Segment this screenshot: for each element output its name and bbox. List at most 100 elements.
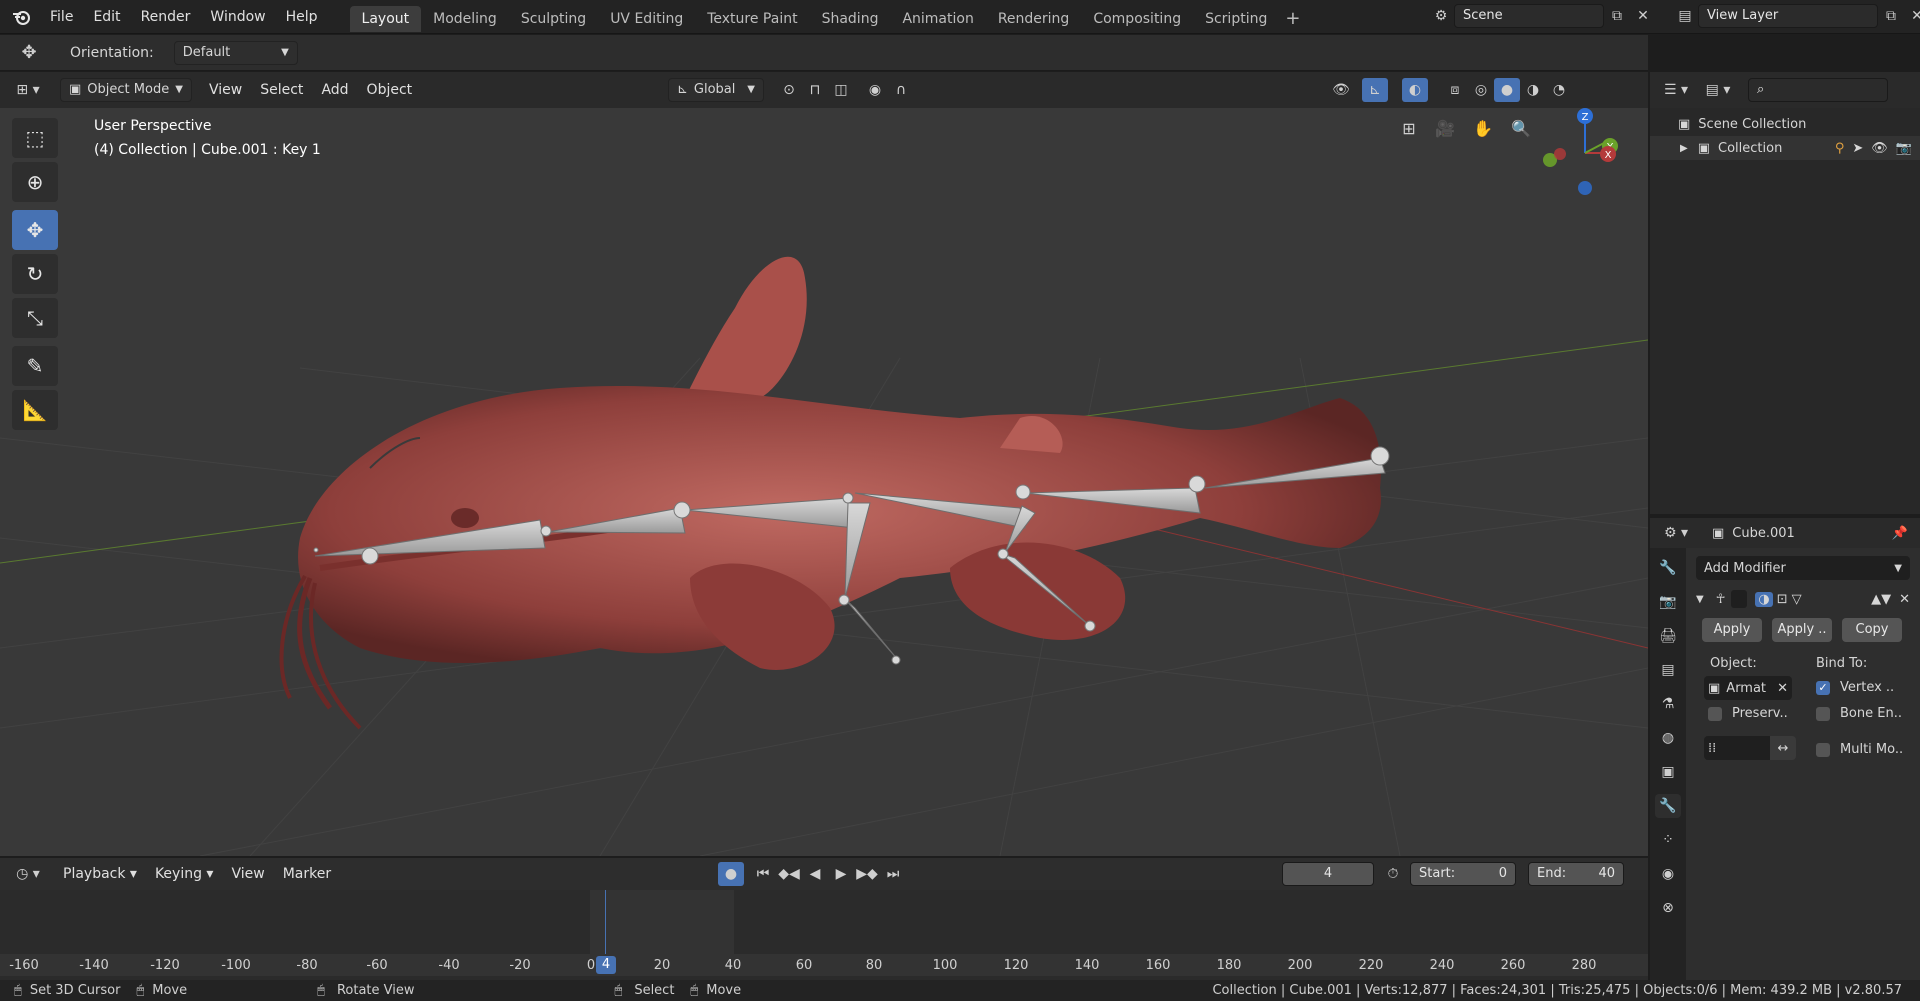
3d-viewport[interactable]: ⬚ ⊕ ✥ ↻ ⤡ ✎ 📐 User Perspective (4) Colle… bbox=[0, 108, 1648, 856]
gizmo-toggle-icon[interactable]: ⊾ bbox=[1362, 78, 1388, 102]
stopwatch-icon[interactable]: ⏱ bbox=[1380, 862, 1406, 886]
tab-compositing[interactable]: Compositing bbox=[1081, 6, 1193, 32]
outliner-search-input[interactable]: ⌕ bbox=[1748, 78, 1888, 102]
tab-rendering[interactable]: Rendering bbox=[986, 6, 1082, 32]
tab-tool-icon[interactable]: 🔧 bbox=[1655, 556, 1681, 580]
tab-sculpting[interactable]: Sculpting bbox=[509, 6, 598, 32]
render-camera-icon[interactable]: 📷 bbox=[1896, 141, 1912, 156]
snap-icon[interactable]: ⊓ bbox=[802, 78, 828, 102]
scene-name-field[interactable]: Scene bbox=[1454, 4, 1604, 28]
checkbox-icon[interactable] bbox=[1816, 742, 1830, 757]
remove-modifier-icon[interactable]: ✕ bbox=[1899, 592, 1910, 607]
solid-shading-icon[interactable]: ● bbox=[1494, 78, 1520, 102]
annotate-tool[interactable]: ✎ bbox=[12, 346, 58, 386]
jump-start-icon[interactable]: ⏮ bbox=[750, 862, 776, 886]
menu-file[interactable]: File bbox=[40, 0, 83, 34]
tab-output-icon[interactable]: 🖨 bbox=[1655, 624, 1681, 648]
orientation-dropdown[interactable]: Default ▼ bbox=[173, 40, 298, 65]
add-modifier-dropdown[interactable]: Add Modifier ▼ bbox=[1696, 556, 1910, 580]
record-icon[interactable]: ● bbox=[718, 862, 744, 886]
cursor-tool[interactable]: ⊕ bbox=[12, 162, 58, 202]
overlay-toggle-icon[interactable]: ◐ bbox=[1402, 78, 1428, 102]
menu-keying[interactable]: Keying ▾ bbox=[146, 866, 223, 882]
playhead-frame-badge[interactable]: 4 bbox=[596, 956, 616, 974]
move-tool[interactable]: ✥ bbox=[12, 210, 58, 250]
blender-logo-icon[interactable] bbox=[8, 5, 36, 29]
tab-modeling[interactable]: Modeling bbox=[421, 6, 509, 32]
new-scene-icon[interactable]: ⧉ bbox=[1604, 4, 1630, 28]
tab-animation[interactable]: Animation bbox=[890, 6, 985, 32]
tab-world-icon[interactable]: ◍ bbox=[1655, 726, 1681, 750]
menu-window[interactable]: Window bbox=[200, 0, 275, 34]
checkbox-icon[interactable] bbox=[1708, 706, 1722, 721]
timeline[interactable]: -160 -140 -120 -100 -80 -60 -40 -20 0 20… bbox=[0, 890, 1648, 980]
menu-edit[interactable]: Edit bbox=[83, 0, 130, 34]
checkbox-checked-icon[interactable]: ✓ bbox=[1816, 680, 1830, 695]
scale-tool[interactable]: ⤡ bbox=[12, 298, 58, 338]
menu-help[interactable]: Help bbox=[276, 0, 328, 34]
new-view-layer-icon[interactable]: ⧉ bbox=[1878, 4, 1904, 28]
camera-icon[interactable]: 🎥 bbox=[1426, 116, 1464, 140]
editor-type-icon[interactable]: ⊞ ▾ bbox=[10, 78, 46, 102]
outliner-type-icon[interactable]: ☰ ▾ bbox=[1658, 78, 1694, 102]
visibility-icon[interactable]: 👁 bbox=[1328, 78, 1354, 102]
transform-orientation-dropdown[interactable]: ⊾ Global ▼ bbox=[668, 78, 764, 102]
add-workspace-icon[interactable]: + bbox=[1279, 6, 1306, 32]
properties-type-icon[interactable]: ⚙ ▾ bbox=[1658, 521, 1694, 545]
rotate-tool[interactable]: ↻ bbox=[12, 254, 58, 294]
tab-uv-editing[interactable]: UV Editing bbox=[598, 6, 695, 32]
next-keyframe-icon[interactable]: ▶◆ bbox=[854, 862, 880, 886]
tab-texture-paint[interactable]: Texture Paint bbox=[695, 6, 809, 32]
orientation-gizmo[interactable]: Z Y X bbox=[1530, 108, 1640, 208]
timeline-type-icon[interactable]: ◷ ▾ bbox=[10, 862, 46, 886]
jump-end-icon[interactable]: ⏭ bbox=[880, 862, 906, 886]
outliner-scene-collection[interactable]: ▣ Scene Collection bbox=[1678, 112, 1806, 136]
preserve-volume-checkbox[interactable]: Preserv.. bbox=[1708, 706, 1788, 721]
pan-hand-icon[interactable]: ✋ bbox=[1464, 116, 1502, 140]
play-reverse-icon[interactable]: ◀ bbox=[802, 862, 828, 886]
rendered-shading-icon[interactable]: ◔ bbox=[1546, 78, 1572, 102]
menu-select[interactable]: Select bbox=[251, 82, 312, 98]
move-tool-icon[interactable]: ✥ bbox=[16, 41, 42, 65]
move-up-down-icon[interactable]: ▲▼ bbox=[1871, 592, 1891, 607]
menu-playback[interactable]: Playback ▾ bbox=[54, 866, 146, 882]
bone-envelopes-checkbox[interactable]: Bone En.. bbox=[1816, 706, 1902, 721]
proportional-edit-icon[interactable]: ◉ bbox=[862, 78, 888, 102]
tab-object-icon[interactable]: ▣ bbox=[1655, 760, 1681, 784]
vertex-group-field[interactable]: ⁞⁞ ↔ bbox=[1704, 736, 1798, 760]
clear-field-icon[interactable]: ✕ bbox=[1777, 681, 1788, 696]
scene-selector-icon[interactable]: ⚙ bbox=[1428, 4, 1454, 28]
tab-scene-icon[interactable]: ⚗ bbox=[1655, 692, 1681, 716]
wireframe-shading-icon[interactable]: ◎ bbox=[1468, 78, 1494, 102]
apply-button[interactable]: Apply bbox=[1702, 618, 1762, 642]
tab-scripting[interactable]: Scripting bbox=[1193, 6, 1279, 32]
realtime-toggle-icon[interactable]: ◑ bbox=[1755, 591, 1773, 607]
tab-modifier-icon[interactable]: 🔧 bbox=[1655, 794, 1681, 818]
measure-tool[interactable]: 📐 bbox=[12, 390, 58, 430]
view-layer-icon[interactable]: ▤ bbox=[1672, 4, 1698, 28]
apply-as-button[interactable]: Apply .. bbox=[1772, 618, 1832, 642]
eye-icon[interactable]: 👁 bbox=[1871, 141, 1888, 156]
catfish-mesh[interactable] bbox=[279, 256, 1381, 730]
display-mode-icon[interactable]: ▤ ▾ bbox=[1700, 78, 1736, 102]
invert-arrows-icon[interactable]: ↔ bbox=[1770, 736, 1796, 760]
editmode-toggle-icon[interactable]: ▽ bbox=[1792, 592, 1802, 607]
tab-shading[interactable]: Shading bbox=[810, 6, 891, 32]
collapse-arrow-icon[interactable]: ▼ bbox=[1696, 594, 1704, 605]
tab-view-layer-icon[interactable]: ▤ bbox=[1655, 658, 1681, 682]
outliner-item-collection[interactable]: ▶ ▣ Collection ⚲ ➤ 👁 📷 bbox=[1650, 136, 1920, 160]
snap-target-icon[interactable]: ◫ bbox=[828, 78, 854, 102]
grid-view-icon[interactable]: ⊞ bbox=[1392, 116, 1426, 140]
menu-render[interactable]: Render bbox=[131, 0, 201, 34]
mode-dropdown[interactable]: ▣ Object Mode ▼ bbox=[60, 78, 192, 102]
checkbox-icon[interactable] bbox=[1816, 706, 1830, 721]
select-toggle-icon[interactable]: ➤ bbox=[1852, 141, 1863, 156]
view-layer-field[interactable]: View Layer bbox=[1698, 4, 1878, 28]
expand-arrow-icon[interactable]: ▶ bbox=[1680, 143, 1688, 154]
prev-keyframe-icon[interactable]: ◆◀ bbox=[776, 862, 802, 886]
delete-scene-icon[interactable]: ✕ bbox=[1630, 4, 1656, 28]
menu-view[interactable]: View bbox=[200, 82, 251, 98]
menu-object[interactable]: Object bbox=[358, 82, 422, 98]
menu-timeline-view[interactable]: View bbox=[222, 866, 273, 882]
current-frame-field[interactable]: 4 bbox=[1282, 862, 1374, 886]
